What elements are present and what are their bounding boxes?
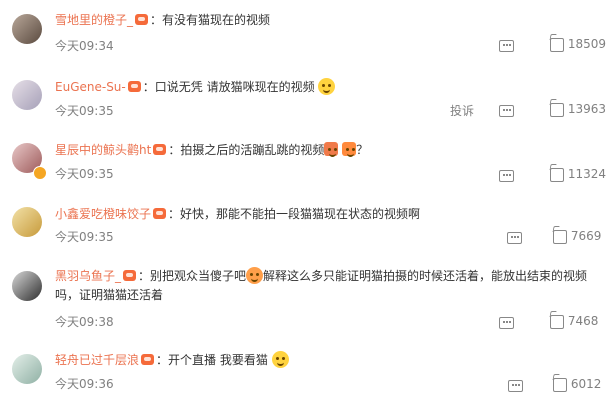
comment-icon [499, 316, 514, 329]
comment-text: 好快，那能不能拍一段猫猫现在状态的视频啊 [180, 207, 421, 221]
colon: ： [138, 269, 151, 283]
comment-text: 别把观众当傻子吧 [150, 269, 247, 283]
colon: ： [150, 13, 163, 27]
thumbs-up-icon [553, 377, 567, 392]
comment-body: 小鑫爱吃橙味饺子 ：好快，那能不能拍一段猫猫现在状态的视频啊 [55, 205, 599, 224]
comment-body: 星辰中的鲸头鹳ht ：拍摄之后的活蹦乱跳的视频 ？ [55, 141, 599, 160]
thumbs-up-icon [550, 167, 564, 182]
comment-item: 小鑫爱吃橙味饺子 ：好快，那能不能拍一段猫猫现在状态的视频啊 今天09:35 76… [0, 197, 615, 259]
reply-button[interactable] [508, 378, 523, 392]
comment-icon [499, 39, 514, 52]
like-count: 13963 [567, 102, 607, 116]
comment-text: 拍摄之后的活蹦乱跳的视频 [180, 143, 325, 157]
reply-button[interactable] [499, 315, 514, 329]
comment-time: 今天09:36 [55, 377, 114, 391]
emoji-icon [324, 142, 339, 157]
colon: ： [168, 143, 181, 157]
avatar[interactable] [12, 80, 42, 110]
comment-time: 今天09:35 [55, 230, 114, 244]
emoji-icon [318, 78, 336, 95]
username-link[interactable]: 轻舟已过千层浪 [55, 353, 139, 367]
comment-text: 口说无凭 请放猫咪现在的视频 [154, 80, 315, 94]
comment-list: 雪地里的橙子_ ：有没有猫现在的视频 今天09:34 18509 EuGene-S… [0, 0, 615, 415]
comment-item: 星辰中的鲸头鹳ht ：拍摄之后的活蹦乱跳的视频 ？ 今天09:35 11324 [0, 135, 615, 197]
username-link[interactable]: 星辰中的鲸头鹳ht [55, 143, 151, 157]
reply-button[interactable] [507, 230, 522, 244]
username-link[interactable]: 小鑫爱吃橙味饺子 [55, 207, 151, 221]
avatar[interactable] [12, 14, 42, 44]
comment-item: 雪地里的橙子_ ：有没有猫现在的视频 今天09:34 18509 [0, 0, 615, 70]
fan-badge-icon [127, 81, 141, 92]
comment-time: 今天09:38 [55, 315, 114, 329]
like-count: 18509 [567, 37, 607, 51]
avatar[interactable] [12, 207, 42, 237]
fan-badge-icon [153, 144, 167, 155]
fan-badge-icon [123, 270, 137, 281]
avatar[interactable] [12, 271, 42, 301]
like-button[interactable]: 18509 [550, 37, 606, 52]
comment-body: 轻舟已过千层浪 ：开个直播 我要看猫 [55, 351, 599, 370]
username-link[interactable]: 黑羽乌鱼子_ [55, 269, 121, 283]
report-button[interactable]: 投诉 [450, 102, 474, 119]
like-button[interactable]: 7468 [550, 314, 598, 329]
thumbs-up-icon [550, 37, 564, 52]
reply-button[interactable] [499, 103, 514, 117]
comment-time: 今天09:34 [55, 39, 114, 53]
comment-icon [499, 104, 514, 117]
emoji-icon [342, 142, 357, 157]
thumbs-up-icon [553, 229, 567, 244]
colon: ： [156, 353, 169, 367]
comment-body: EuGene-Su- ：口说无凭 请放猫咪现在的视频 [55, 78, 599, 97]
comment-text: 有没有猫现在的视频 [162, 13, 271, 27]
avatar[interactable] [12, 354, 42, 384]
colon: ： [142, 80, 155, 94]
comment-icon [508, 379, 523, 392]
comment-body: 雪地里的橙子_ ：有没有猫现在的视频 [55, 11, 599, 30]
like-count: 7468 [567, 314, 599, 328]
comment-time: 今天09:35 [55, 104, 114, 118]
fan-badge-icon [141, 354, 155, 365]
like-count: 6012 [570, 377, 602, 391]
emoji-icon [271, 351, 289, 368]
like-button[interactable]: 11324 [550, 167, 606, 182]
like-button[interactable]: 13963 [550, 102, 606, 117]
like-count: 7669 [570, 229, 602, 243]
reply-button[interactable] [499, 38, 514, 52]
fan-badge-icon [153, 208, 167, 219]
comment-time: 今天09:35 [55, 167, 114, 181]
comment-text-after: ？ [356, 143, 369, 157]
comment-item: 轻舟已过千层浪 ：开个直播 我要看猫 今天09:36 6012 [0, 342, 615, 415]
like-count: 11324 [567, 167, 607, 181]
thumbs-up-icon [550, 102, 564, 117]
username-link[interactable]: EuGene-Su- [55, 80, 126, 94]
colon: ： [168, 207, 181, 221]
emoji-icon [246, 267, 264, 284]
thumbs-up-icon [550, 314, 564, 329]
username-link[interactable]: 雪地里的橙子_ [55, 13, 133, 27]
comment-icon [499, 169, 514, 182]
comment-text: 开个直播 我要看猫 [168, 353, 268, 367]
comment-item: 黑羽乌鱼子_ ：别把观众当傻子吧 解释这么多只能证明猫拍摄的时候还活着，能放出结束的… [0, 259, 615, 342]
comment-body: 黑羽乌鱼子_ ：别把观众当傻子吧 解释这么多只能证明猫拍摄的时候还活着，能放出结束的… [55, 267, 600, 305]
comment-icon [507, 231, 522, 244]
verified-badge-icon [33, 166, 47, 180]
fan-badge-icon [135, 14, 149, 25]
reply-button[interactable] [499, 168, 514, 182]
like-button[interactable]: 7669 [553, 229, 601, 244]
comment-item: EuGene-Su- ：口说无凭 请放猫咪现在的视频 今天09:35 投诉 139… [0, 70, 615, 135]
like-button[interactable]: 6012 [553, 377, 601, 392]
